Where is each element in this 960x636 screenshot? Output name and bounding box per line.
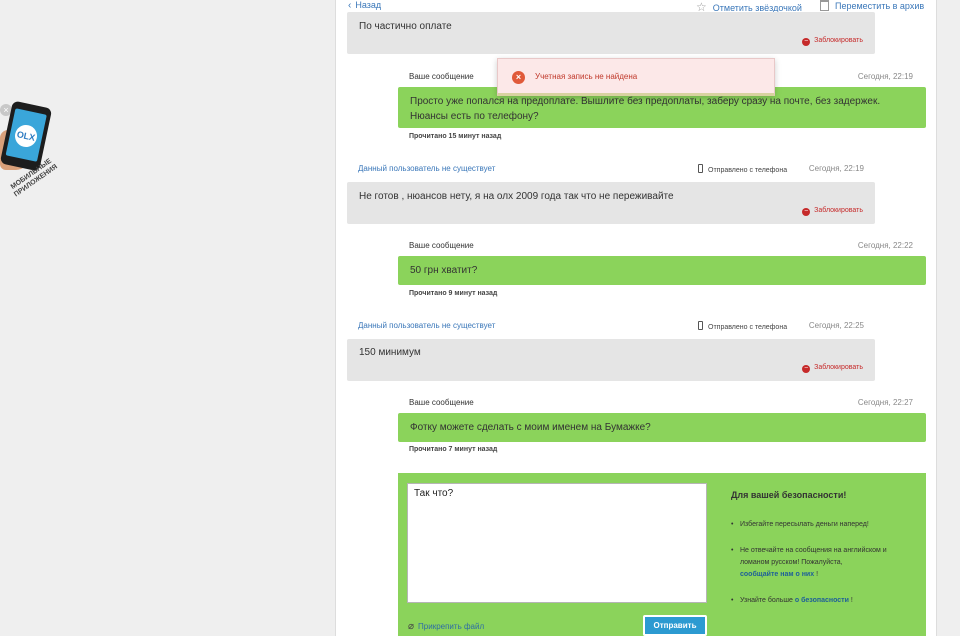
trash-icon: [820, 0, 829, 11]
block-user-link[interactable]: − Заблокировать: [802, 207, 863, 216]
block-icon: −: [802, 38, 811, 46]
sent-from-phone: Отправлено с телефона: [698, 321, 787, 331]
message-text: Просто уже попался на предоплате. Вышлит…: [410, 96, 881, 122]
chevron-left-icon: ‹: [348, 0, 352, 11]
toast-message: Учетная запись не найдена: [535, 72, 638, 81]
block-user-link[interactable]: − Заблокировать: [802, 37, 863, 46]
sent-from-phone: Отправлено с телефона: [698, 164, 787, 174]
message-meta: Данный пользователь не существует Отправ…: [358, 321, 864, 331]
block-user-link[interactable]: − Заблокировать: [802, 364, 863, 373]
compose-area: ⌀Прикрепить файл Отправить Для вашей без…: [398, 473, 926, 636]
back-link[interactable]: ‹ Назад: [348, 0, 381, 11]
send-button[interactable]: Отправить: [643, 615, 707, 636]
sender-label: Ваше сообщение: [409, 398, 474, 407]
outgoing-message: Фотку можете сделать с моим именем на Бу…: [398, 413, 926, 442]
read-status: Прочитано 15 минут назад: [409, 133, 502, 140]
sender-label: Ваше сообщение: [409, 241, 474, 250]
message-time: Сегодня, 22:27: [857, 398, 913, 407]
message-text: По частично оплате: [359, 21, 452, 32]
message-time: Сегодня, 22:22: [857, 241, 913, 250]
paperclip-icon: ⌀: [408, 621, 415, 632]
message-time: Сегодня, 22:19: [808, 164, 864, 173]
error-icon: ×: [512, 71, 525, 84]
attach-file-link[interactable]: ⌀ Прикрепить файл: [408, 621, 484, 632]
mobile-apps-promo[interactable]: × OLX МОБИЛЬНЫЕ ПРИЛОЖЕНИЯ: [0, 100, 70, 220]
mobile-phone-icon: [698, 164, 703, 173]
archive-button[interactable]: Переместить в архив: [820, 0, 924, 11]
message-time: Сегодня, 22:19: [857, 72, 913, 81]
message-text: Фотку можете сделать с моим именем на Бу…: [410, 422, 651, 433]
message-input[interactable]: [407, 483, 707, 603]
message-meta: Ваше сообщение Сегодня, 22:27: [409, 398, 913, 407]
message-text: 50 грн хватит?: [410, 265, 478, 276]
safety-tip: Узнайте больше о безопасности !: [731, 595, 916, 607]
report-link[interactable]: сообщайте нам о них: [740, 571, 814, 578]
safety-tips: Для вашей безопасности! Избегайте пересы…: [731, 489, 916, 621]
outgoing-message: 50 грн хватит?: [398, 256, 926, 285]
message-text: Не готов , нюансов нету, я на олх 2009 г…: [359, 191, 674, 202]
safety-tip: Избегайте пересылать деньги наперед!: [731, 519, 916, 531]
mobile-phone-icon: [698, 321, 703, 330]
incoming-message: По частично оплате − Заблокировать: [347, 12, 875, 54]
user-missing-link[interactable]: Данный пользователь не существует: [358, 164, 495, 173]
sender-label: Ваше сообщение: [409, 72, 474, 81]
user-missing-link[interactable]: Данный пользователь не существует: [358, 321, 495, 330]
safety-title: Для вашей безопасности!: [731, 490, 847, 500]
error-toast: × Учетная запись не найдена: [497, 58, 775, 96]
block-icon: −: [802, 208, 811, 216]
read-status: Прочитано 9 минут назад: [409, 290, 498, 297]
message-meta: Ваше сообщение Сегодня, 22:22: [409, 241, 913, 250]
block-icon: −: [802, 365, 811, 373]
message-text: 150 минимум: [359, 347, 421, 358]
olx-logo: OLX: [12, 122, 40, 150]
read-status: Прочитано 7 минут назад: [409, 446, 498, 453]
message-meta: Данный пользователь не существует Отправ…: [358, 164, 864, 174]
incoming-message: Не готов , нюансов нету, я на олх 2009 г…: [347, 182, 875, 224]
incoming-message: 150 минимум − Заблокировать: [347, 339, 875, 381]
safety-info-link[interactable]: о безопасности: [795, 597, 849, 604]
message-time: Сегодня, 22:25: [808, 321, 864, 330]
safety-tip: Не отвечайте на сообщения на английском …: [731, 545, 916, 581]
